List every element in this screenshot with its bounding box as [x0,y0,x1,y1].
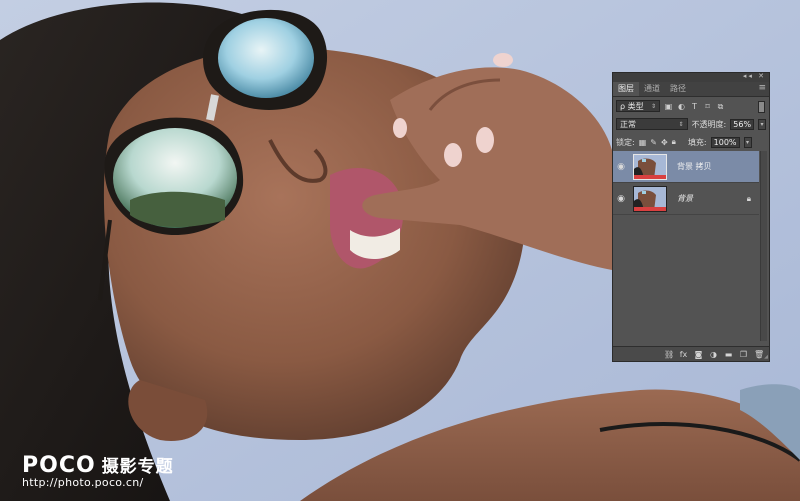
pixel-filter-icon[interactable]: ▣ [664,102,673,111]
layer-thumbnail[interactable] [633,185,667,212]
smart-object-filter-icon[interactable]: ⧉ [716,102,725,111]
layer-lock-icon: 🔒︎ [746,193,751,203]
fill-input[interactable]: 100% [710,136,740,148]
add-mask-icon[interactable]: ◙ [694,350,703,359]
link-layers-icon[interactable]: ⛓︎ [664,350,674,359]
lock-row: 锁定: ▦ ✎ ✥ 🔒︎ 填充: 100% ▾ [613,133,769,151]
watermark-subtitle: 摄影专题 [101,457,174,477]
lock-transparent-pixels-icon[interactable]: ▦ [639,138,647,147]
layer-row[interactable]: ◉ 背景 拷贝 [613,151,759,183]
opacity-slider-toggle[interactable]: ▾ [758,118,766,130]
filter-toggle[interactable] [758,101,765,113]
lock-label: 锁定: [616,137,635,147]
layer-thumbnail-image [634,186,666,211]
collapse-close-icons[interactable]: ◂◂ ✕ [743,72,766,80]
layer-name[interactable]: 背景 拷贝 [677,161,712,172]
panel-tabs: 图层 通道 路径 ≡ [613,82,769,97]
poco-watermark: POCO 摄影专题 http://photo.poco.cn/ [22,452,174,489]
watermark-url: http://photo.poco.cn/ [22,476,144,489]
visibility-eye-icon[interactable]: ◉ [613,194,629,204]
blend-mode-select[interactable]: 正常 ⇕ [616,118,688,130]
resize-grip-icon[interactable]: ◢ [764,354,768,360]
tab-layers[interactable]: 图层 [613,82,639,96]
fill-label: 填充: [687,137,707,147]
adjustment-filter-icon[interactable]: ◐ [677,102,686,111]
tab-paths[interactable]: 路径 [665,82,691,96]
new-layer-icon[interactable]: ❐ [739,350,748,359]
shape-filter-icon[interactable]: ⌑ [703,102,712,111]
lock-position-icon[interactable]: ✥ [661,138,668,147]
fill-slider-toggle[interactable]: ▾ [743,136,752,148]
layer-thumbnail[interactable] [633,153,667,180]
watermark-logo: POCO [22,453,96,478]
tab-channels[interactable]: 通道 [639,82,665,96]
blend-mode-value: 正常 [620,119,636,129]
panel-title-bar[interactable]: ◂◂ ✕ [613,72,769,82]
delete-layer-trash-icon[interactable]: 🗑︎ [754,350,764,359]
lock-all-icon[interactable]: 🔒︎ [672,137,676,147]
filter-kind-label: ρ 类型 [620,101,644,111]
chevron-down-icon: ⇕ [650,102,656,110]
new-group-folder-icon[interactable]: ▬ [724,350,733,359]
adjustment-layer-icon[interactable]: ◑ [709,350,718,359]
blend-row: 正常 ⇕ 不透明度: 56% ▾ [613,115,769,133]
layers-list: ◉ 背景 拷贝 ◉ 背景 🔒︎ [613,151,759,215]
visibility-eye-icon[interactable]: ◉ [613,162,629,172]
lock-image-pixels-icon[interactable]: ✎ [650,138,657,147]
layer-style-fx-icon[interactable]: fx [679,350,688,359]
opacity-label: 不透明度: [691,119,727,129]
layers-panel: ◂◂ ✕ 图层 通道 路径 ≡ ρ 类型 ⇕ ▣ ◐ T ⌑ ⧉ 正常 ⇕ 不透… [612,72,770,362]
filter-kind-select[interactable]: ρ 类型 ⇕ [616,100,660,112]
chevron-down-icon: ⇕ [678,120,684,128]
filter-row: ρ 类型 ⇕ ▣ ◐ T ⌑ ⧉ [613,97,769,115]
type-filter-icon[interactable]: T [690,102,699,111]
layers-scrollbar[interactable] [760,151,767,341]
panel-bottom-toolbar: ⛓︎ fx ◙ ◑ ▬ ❐ 🗑︎ [613,346,769,361]
layer-thumbnail-image [634,154,666,179]
layer-row[interactable]: ◉ 背景 🔒︎ [613,183,759,215]
layer-name[interactable]: 背景 [677,193,693,204]
opacity-input[interactable]: 56% [730,118,755,130]
panel-menu-icon[interactable]: ≡ [758,83,766,93]
